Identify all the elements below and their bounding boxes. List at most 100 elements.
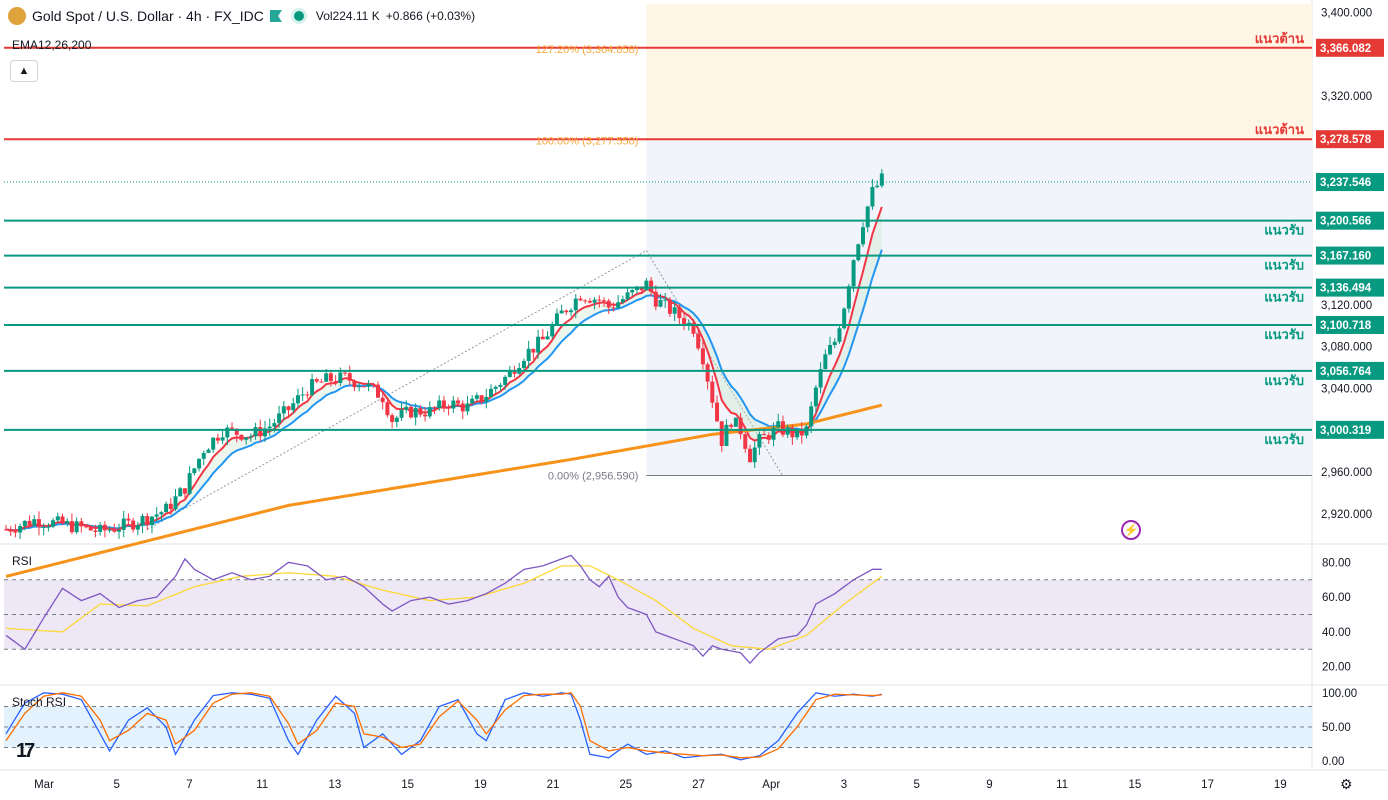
level-label-resistance: แนวต้าน: [1255, 122, 1304, 138]
time-tick-label: 11: [256, 779, 268, 791]
candle-body: [460, 403, 465, 412]
candle-body: [145, 516, 150, 526]
level-label-support: แนวรับ: [1264, 374, 1304, 389]
candle-body: [776, 421, 781, 428]
candle-body: [743, 434, 748, 449]
candle-body: [206, 449, 211, 453]
price-tick-label: 3,040.000: [1321, 383, 1372, 395]
candle-body: [493, 386, 498, 389]
candle-body: [347, 373, 352, 381]
candle-body: [738, 417, 743, 435]
candle-body: [46, 526, 51, 528]
candle-body: [465, 403, 470, 412]
candle-body: [573, 298, 578, 311]
level-price-text: 3,136.494: [1320, 283, 1372, 295]
candle-body: [724, 424, 729, 446]
candle-body: [8, 529, 13, 532]
candle-body: [757, 434, 762, 448]
candle-body: [569, 310, 574, 313]
candle-body: [197, 458, 202, 469]
flag-icon[interactable]: [269, 10, 282, 22]
candle-body: [74, 521, 79, 533]
candle-body: [84, 526, 89, 528]
candle-body: [281, 406, 286, 414]
candle-body: [804, 426, 809, 436]
candle-body: [715, 402, 720, 422]
candle-body: [328, 373, 333, 382]
price-tick-label: 3,320.000: [1321, 91, 1372, 103]
symbol-title[interactable]: Gold Spot / U.S. Dollar · 4h · FX_IDC: [32, 8, 264, 24]
stoch-pane-label[interactable]: Stoch RSI: [12, 695, 66, 709]
candle-body: [526, 348, 531, 361]
level-price-text: 3,056.764: [1320, 366, 1372, 378]
candle-body: [394, 417, 399, 423]
candle-body: [239, 434, 244, 440]
candle-body: [832, 341, 837, 346]
time-tick-label: 19: [1274, 779, 1287, 791]
candle-body: [879, 173, 884, 186]
candle-body: [159, 512, 164, 515]
indicator-tick-label: 80.00: [1322, 557, 1351, 569]
candle-body: [602, 300, 607, 302]
indicator-tick-label: 40.00: [1322, 627, 1351, 639]
candle-body: [286, 406, 291, 411]
gear-icon[interactable]: ⚙: [1340, 776, 1353, 793]
candle-body: [823, 354, 828, 370]
candle-body: [578, 298, 583, 301]
tradingview-logo-icon[interactable]: 17: [16, 740, 35, 763]
candle-body: [540, 336, 545, 340]
candle-body: [423, 414, 428, 417]
candle-body: [371, 383, 376, 385]
candle-body: [521, 360, 526, 368]
indicator-tick-label: 0.00: [1322, 756, 1344, 768]
candle-body: [592, 299, 597, 303]
time-tick-label: 19: [474, 779, 487, 791]
band-background: [4, 579, 1312, 650]
candle-body: [13, 531, 18, 533]
candle-body: [55, 516, 60, 521]
candle-body: [215, 437, 220, 441]
chart-canvas[interactable]: แนวต้านแนวต้านแนวรับแนวรับแนวรับแนวรับแน…: [0, 0, 1388, 800]
candle-body: [432, 407, 437, 409]
candle-body: [149, 516, 154, 526]
price-tick-label: 3,120.000: [1321, 300, 1372, 312]
collapse-indicators-button[interactable]: ▲: [10, 60, 38, 82]
rsi-pane-label[interactable]: RSI: [12, 554, 32, 568]
fib-label: 127.20% (3,364.858): [536, 44, 639, 56]
candle-body: [658, 300, 663, 307]
candle-body: [667, 299, 672, 314]
candle-body: [677, 307, 682, 319]
candle-body: [587, 300, 592, 303]
candle-body: [357, 386, 362, 388]
level-label-resistance: แนวต้าน: [1255, 31, 1304, 47]
candle-body: [719, 421, 724, 446]
candle-body: [112, 529, 117, 532]
candle-body: [766, 435, 771, 440]
candle-body: [813, 387, 818, 407]
candle-body: [705, 364, 710, 382]
level-label-support: แนวรับ: [1264, 291, 1304, 306]
time-tick-label: 3: [841, 779, 847, 791]
price-tick-label: 2,920.000: [1321, 509, 1372, 521]
candle-body: [121, 518, 126, 530]
candle-body: [60, 516, 65, 524]
candle-body: [220, 437, 225, 441]
indicator-tick-label: 20.00: [1322, 662, 1351, 674]
candle-body: [51, 520, 56, 527]
candle-body: [752, 447, 757, 463]
chart-header: Gold Spot / U.S. Dollar · 4h · FX_IDC Vo…: [8, 6, 475, 26]
candle-body: [616, 302, 621, 308]
candle-body: [625, 292, 630, 300]
candle-body: [343, 372, 348, 374]
lightning-icon[interactable]: ⚡: [1121, 520, 1141, 540]
ema-indicator-label[interactable]: EMA12,26,200: [12, 38, 91, 52]
candle-body: [441, 400, 446, 408]
candle-body: [785, 427, 790, 435]
candle-body: [536, 336, 541, 353]
candle-body: [187, 473, 192, 494]
candle-body: [630, 290, 635, 293]
candle-body: [211, 437, 216, 450]
fib-label: 0.00% (2,956.590): [548, 471, 639, 483]
candle-body: [663, 299, 668, 301]
candle-body: [489, 388, 494, 397]
